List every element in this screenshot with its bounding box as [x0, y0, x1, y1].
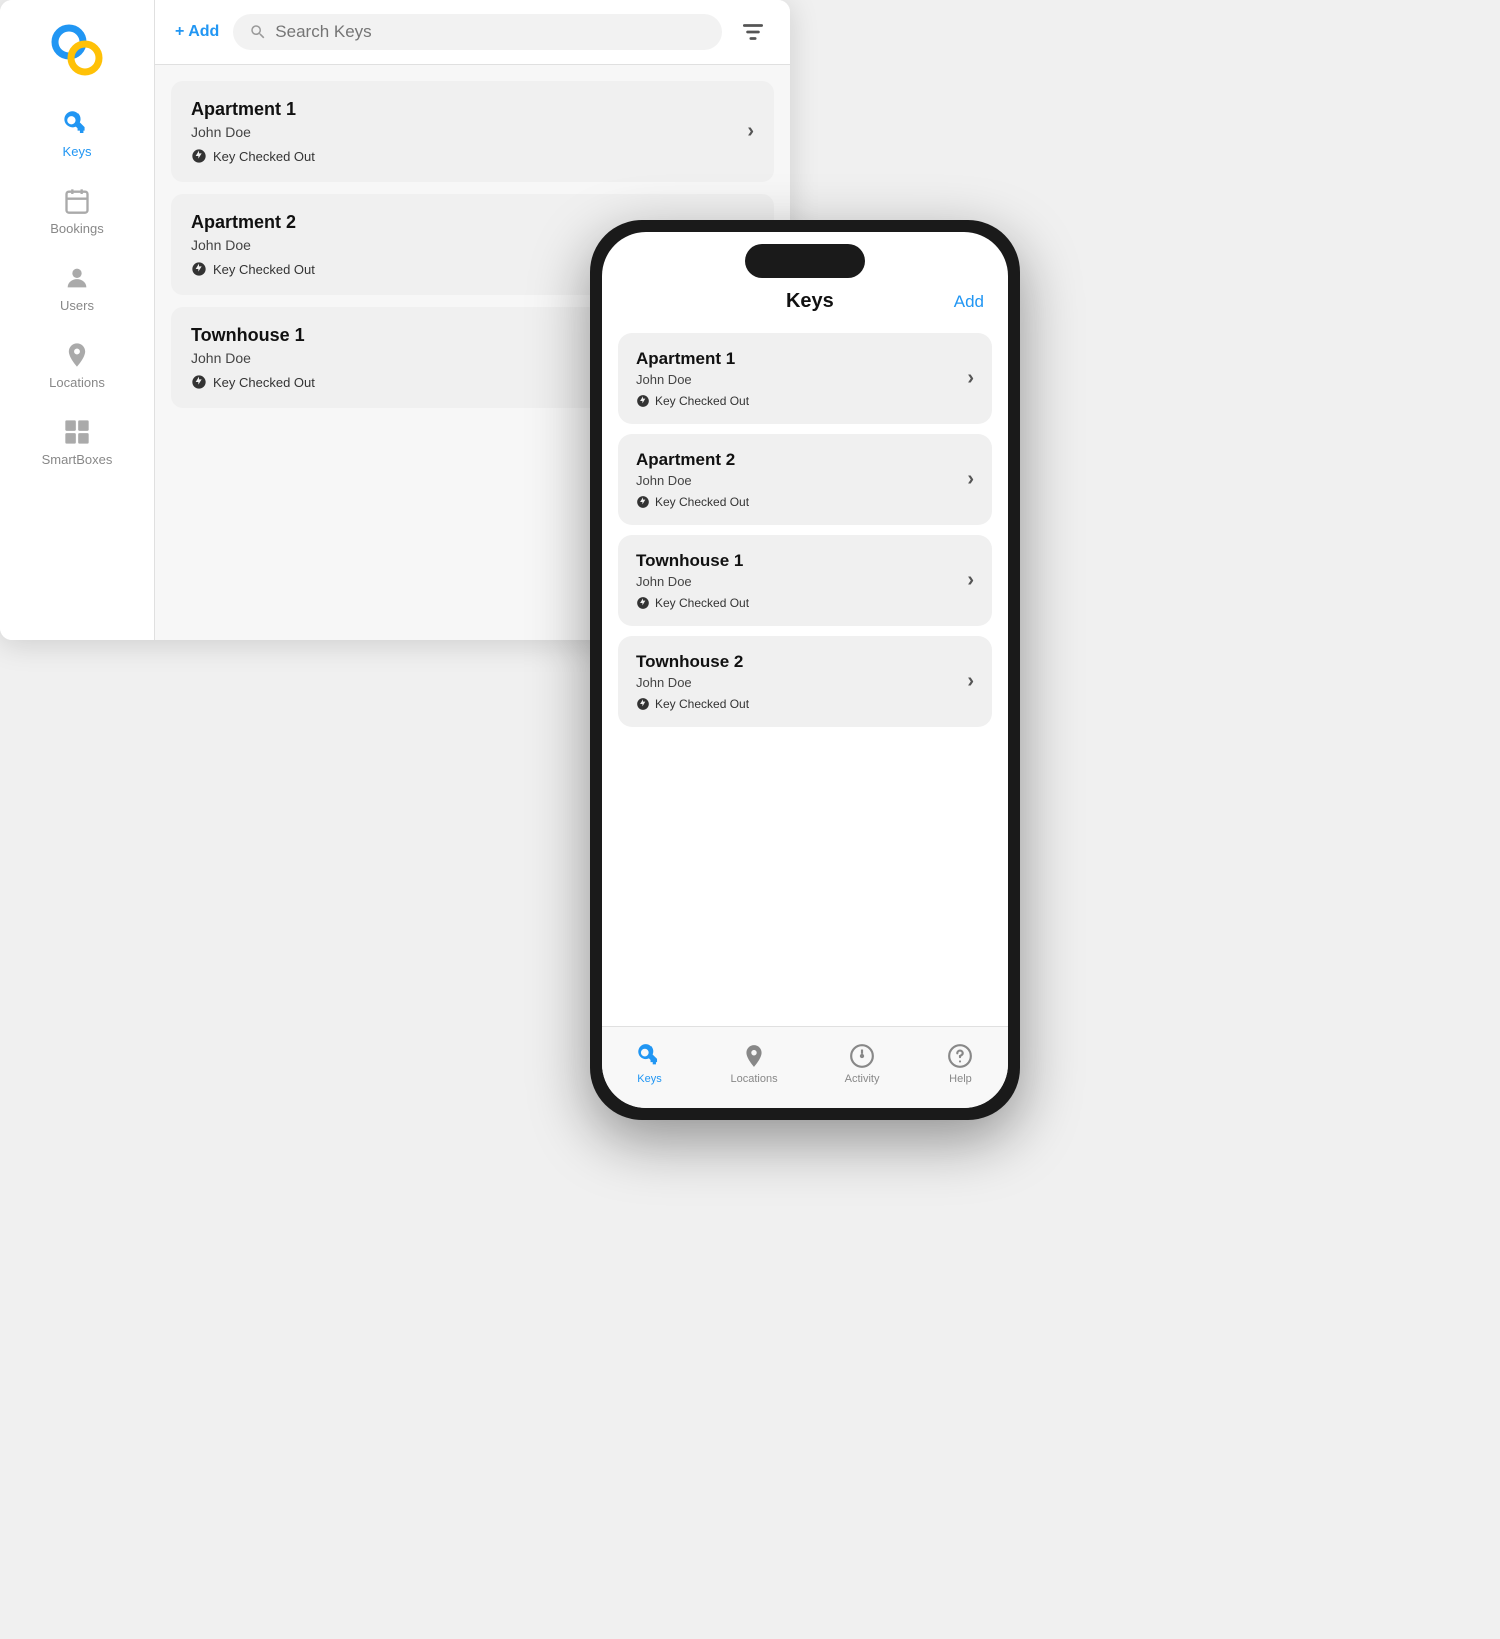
checkout-icon-0: [191, 148, 207, 164]
phone-key-user-1: John Doe: [636, 473, 967, 488]
phone-key-card-1[interactable]: Apartment 2 John Doe Key Checked Out ›: [618, 434, 992, 525]
phone-add-button[interactable]: Add: [954, 292, 984, 312]
search-icon: [249, 23, 267, 41]
phone-notch: [745, 244, 865, 278]
phone-chevron-3: ›: [967, 670, 974, 693]
tab-bar: Keys Locations: [602, 1026, 1008, 1108]
phone-key-user-2: John Doe: [636, 574, 967, 589]
phone-key-title-3: Townhouse 2: [636, 652, 967, 672]
phone-checkout-icon-2: [636, 596, 650, 610]
sidebar-label-keys: Keys: [63, 144, 92, 159]
phone-key-status-2: Key Checked Out: [636, 596, 967, 610]
phone-key-card-2[interactable]: Townhouse 1 John Doe Key Checked Out ›: [618, 535, 992, 626]
phone-screen: Keys Add Apartment 1 John Doe Key Checke…: [602, 232, 1008, 1108]
tab-locations-icon: [740, 1042, 768, 1070]
desktop-key-title-0: Apartment 1: [191, 99, 747, 120]
sidebar-label-locations: Locations: [49, 375, 105, 390]
smartbox-icon: [61, 416, 93, 448]
phone-chevron-1: ›: [967, 468, 974, 491]
tab-activity[interactable]: Activity: [833, 1038, 892, 1089]
sidebar-item-locations[interactable]: Locations: [22, 331, 132, 398]
phone-key-card-0[interactable]: Apartment 1 John Doe Key Checked Out ›: [618, 333, 992, 424]
filter-icon: [740, 19, 766, 45]
phone-chevron-0: ›: [967, 367, 974, 390]
sidebar-item-bookings[interactable]: Bookings: [22, 177, 132, 244]
phone-checkout-icon-1: [636, 495, 650, 509]
sidebar-label-users: Users: [60, 298, 94, 313]
sidebar-item-users[interactable]: Users: [22, 254, 132, 321]
phone-title: Keys: [786, 290, 834, 313]
phone-key-status-1: Key Checked Out: [636, 495, 967, 509]
tab-help-label: Help: [949, 1073, 972, 1085]
tab-locations-label: Locations: [731, 1073, 778, 1085]
phone-key-status-3: Key Checked Out: [636, 697, 967, 711]
tab-keys[interactable]: Keys: [624, 1038, 676, 1089]
phone-chevron-2: ›: [967, 569, 974, 592]
filter-button[interactable]: [736, 15, 770, 49]
sidebar-label-smartboxes: SmartBoxes: [42, 452, 113, 467]
location-icon: [61, 339, 93, 371]
tab-keys-icon: [636, 1042, 664, 1070]
phone-key-title-1: Apartment 2: [636, 450, 967, 470]
phone-container: Keys Add Apartment 1 John Doe Key Checke…: [590, 220, 1020, 1120]
search-input[interactable]: [275, 22, 706, 42]
tab-activity-label: Activity: [845, 1073, 880, 1085]
phone-frame: Keys Add Apartment 1 John Doe Key Checke…: [590, 220, 1020, 1120]
desktop-key-user-0: John Doe: [191, 124, 747, 140]
phone-keys-list: Apartment 1 John Doe Key Checked Out ›: [602, 325, 1008, 1026]
chevron-icon-0: ›: [747, 120, 754, 143]
app-logo: [47, 20, 107, 80]
toolbar: + Add: [155, 0, 790, 65]
phone-key-status-0: Key Checked Out: [636, 394, 967, 408]
phone-key-user-0: John Doe: [636, 372, 967, 387]
phone-header: Keys Add: [602, 282, 1008, 325]
phone-key-card-3[interactable]: Townhouse 2 John Doe Key Checked Out ›: [618, 636, 992, 727]
tab-keys-label: Keys: [637, 1073, 661, 1085]
phone-key-title-0: Apartment 1: [636, 349, 967, 369]
checkout-icon-1: [191, 261, 207, 277]
sidebar: Keys Bookings Users: [0, 0, 155, 640]
phone-key-user-3: John Doe: [636, 675, 967, 690]
sidebar-label-bookings: Bookings: [50, 221, 103, 236]
phone-checkout-icon-3: [636, 697, 650, 711]
checkout-icon-2: [191, 374, 207, 390]
tab-help[interactable]: Help: [934, 1038, 986, 1089]
sidebar-item-smartboxes[interactable]: SmartBoxes: [22, 408, 132, 475]
add-button[interactable]: + Add: [175, 23, 219, 41]
phone-checkout-icon-0: [636, 394, 650, 408]
users-icon: [61, 262, 93, 294]
tab-locations[interactable]: Locations: [719, 1038, 790, 1089]
sidebar-item-keys[interactable]: Keys: [22, 100, 132, 167]
tab-activity-icon: [848, 1042, 876, 1070]
phone-key-title-2: Townhouse 1: [636, 551, 967, 571]
key-icon: [61, 108, 93, 140]
calendar-icon: [61, 185, 93, 217]
tab-help-icon: [946, 1042, 974, 1070]
desktop-key-status-0: Key Checked Out: [191, 148, 747, 164]
desktop-key-card-0[interactable]: Apartment 1 John Doe Key Checked Out ›: [171, 81, 774, 182]
search-container: [233, 14, 722, 50]
